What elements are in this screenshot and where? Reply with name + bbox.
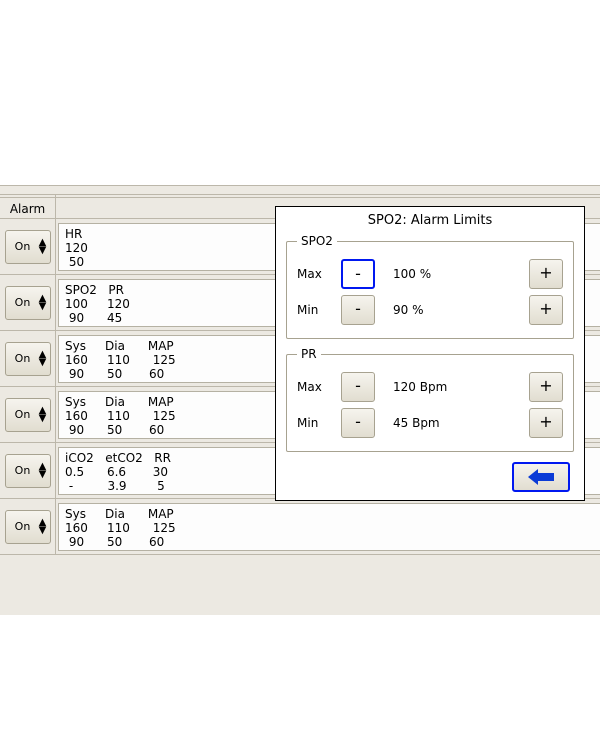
limit-label: Min <box>297 416 331 430</box>
alarm-on-spinner[interactable]: On▲▼ <box>5 230 51 264</box>
limit-group-pr: PR Max-120 Bpm + Min-45 Bpm + <box>286 347 574 452</box>
spinner-arrows-icon: ▲▼ <box>36 351 50 366</box>
alarm-on-label: On <box>6 240 36 253</box>
alarm-cell: On▲▼ <box>0 275 55 331</box>
alarm-column: Alarm On▲▼On▲▼On▲▼On▲▼On▲▼On▲▼ <box>0 195 56 555</box>
spinner-arrows-icon: ▲▼ <box>36 239 50 254</box>
limit-value: 120 Bpm <box>385 380 519 394</box>
spinner-arrows-icon: ▲▼ <box>36 407 50 422</box>
alarm-cell: On▲▼ <box>0 387 55 443</box>
spo2-alarm-limits-popup: SPO2: Alarm Limits SPO2Max-100 %+Min-90 … <box>275 206 585 501</box>
decrement-button[interactable]: - <box>341 408 375 438</box>
alarm-on-label: On <box>6 352 36 365</box>
limit-row: Max-100 % + <box>297 256 563 292</box>
alarm-cell: On▲▼ <box>0 443 55 499</box>
alarm-cell: On▲▼ <box>0 331 55 387</box>
limit-group-legend: SPO2 <box>297 234 337 248</box>
alarm-cell: On▲▼ <box>0 499 55 555</box>
increment-button[interactable]: + <box>529 295 563 325</box>
alarm-on-label: On <box>6 520 36 533</box>
toolbar-strip <box>0 187 600 195</box>
spinner-arrows-icon: ▲▼ <box>36 295 50 310</box>
limit-label: Max <box>297 267 331 281</box>
alarm-on-spinner[interactable]: On▲▼ <box>5 398 51 432</box>
limit-group-spo2: SPO2 Max-100 % + Min-90 % + <box>286 234 574 339</box>
decrement-button[interactable]: - <box>341 372 375 402</box>
spinner-arrows-icon: ▲▼ <box>36 463 50 478</box>
back-button[interactable] <box>512 462 570 492</box>
alarm-on-label: On <box>6 464 36 477</box>
alarm-on-spinner[interactable]: On▲▼ <box>5 510 51 544</box>
alarm-column-header: Alarm <box>0 197 55 219</box>
decrement-button[interactable]: - <box>341 259 375 289</box>
limit-value: 90 % <box>385 303 519 317</box>
alarm-on-spinner[interactable]: On▲▼ <box>5 286 51 320</box>
limit-value: 45 Bpm <box>385 416 519 430</box>
increment-button[interactable]: + <box>529 408 563 438</box>
limit-group-legend: PR <box>297 347 321 361</box>
decrement-button[interactable]: - <box>341 295 375 325</box>
spinner-arrows-icon: ▲▼ <box>36 519 50 534</box>
alarm-on-label: On <box>6 296 36 309</box>
limit-value: 100 % <box>385 267 519 281</box>
limit-row: Min-45 Bpm + <box>297 405 563 441</box>
alarm-cell: On▲▼ <box>0 219 55 275</box>
increment-button[interactable]: + <box>529 372 563 402</box>
data-readout: Sys Dia MAP 160 110 125 90 50 60 <box>58 503 600 551</box>
increment-button[interactable]: + <box>529 259 563 289</box>
limit-row: Min-90 % + <box>297 292 563 328</box>
limit-label: Max <box>297 380 331 394</box>
alarm-on-label: On <box>6 408 36 421</box>
limit-row: Max-120 Bpm + <box>297 369 563 405</box>
data-cell: Sys Dia MAP 160 110 125 90 50 60 <box>56 499 600 555</box>
alarm-on-spinner[interactable]: On▲▼ <box>5 342 51 376</box>
popup-title: SPO2: Alarm Limits <box>286 213 574 228</box>
limit-label: Min <box>297 303 331 317</box>
alarm-on-spinner[interactable]: On▲▼ <box>5 454 51 488</box>
arrow-left-icon <box>528 469 554 485</box>
